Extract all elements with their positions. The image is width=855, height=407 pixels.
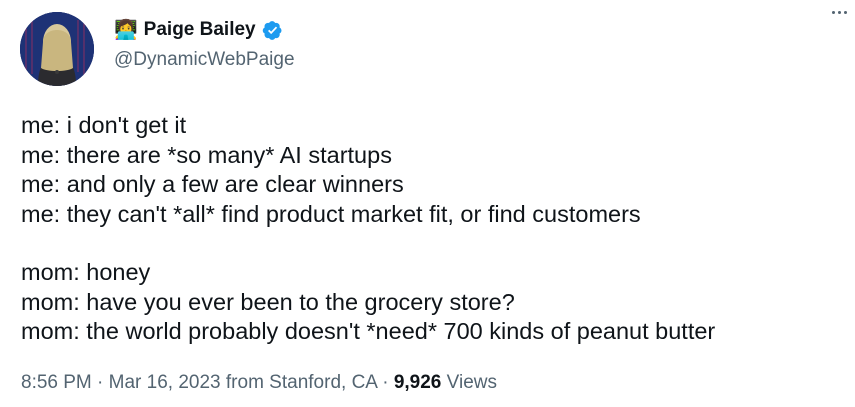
meta-separator: · — [382, 372, 389, 393]
views-label: Views — [446, 372, 497, 393]
tweet-line: me: and only a few are clear winners — [21, 171, 404, 197]
more-icon[interactable] — [832, 11, 850, 14]
tweet-time[interactable]: 8:56 PM — [21, 372, 92, 393]
tweet-source: from Stanford, CA — [225, 372, 377, 393]
tweet-text: me: i don't get it me: there are *so man… — [21, 111, 841, 347]
avatar-image — [20, 12, 94, 86]
views-count: 9,926 — [393, 372, 442, 393]
tweet-card: 👩‍💻 Paige Bailey @DynamicWebPaige me: i … — [0, 0, 855, 407]
technologist-emoji: 👩‍💻 — [114, 19, 138, 41]
user-handle[interactable]: @DynamicWebPaige — [114, 49, 295, 71]
display-name[interactable]: Paige Bailey — [144, 19, 256, 41]
tweet-line: me: they can't *all* find product market… — [21, 200, 641, 227]
meta-separator: · — [97, 372, 104, 393]
tweet-line: mom: honey — [21, 259, 151, 285]
tweet-meta: 8:56 PM · Mar 16, 2023 from Stanford, CA… — [21, 372, 497, 394]
tweet-date[interactable]: Mar 16, 2023 — [109, 372, 221, 393]
tweet-line: me: there are *so many* AI startups — [21, 141, 392, 168]
tweet-line: mom: have you ever been to the grocery s… — [21, 288, 515, 315]
tweet-line: mom: the world probably doesn't *need* 7… — [21, 318, 716, 344]
tweet-line: me: i don't get it — [21, 112, 187, 138]
avatar[interactable] — [20, 12, 94, 86]
author-name-row[interactable]: 👩‍💻 Paige Bailey — [114, 18, 283, 42]
verified-badge-icon[interactable] — [262, 20, 283, 41]
